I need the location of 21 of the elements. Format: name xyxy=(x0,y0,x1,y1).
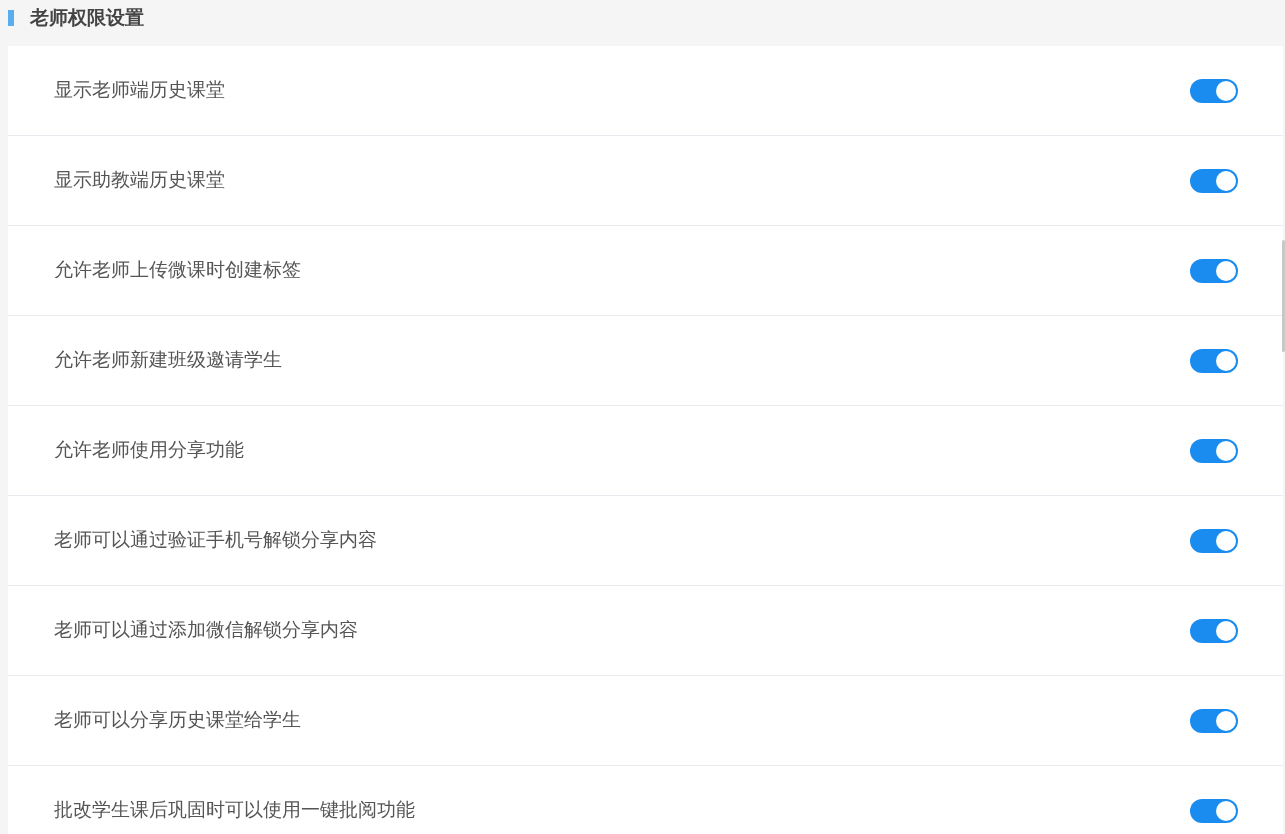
setting-label: 允许老师使用分享功能 xyxy=(54,438,244,463)
setting-label: 老师可以通过添加微信解锁分享内容 xyxy=(54,618,358,643)
section-title: 老师权限设置 xyxy=(30,5,144,30)
toggle-switch[interactable] xyxy=(1190,348,1238,373)
setting-label: 老师可以分享历史课堂给学生 xyxy=(54,708,301,733)
setting-label: 老师可以通过验证手机号解锁分享内容 xyxy=(54,528,377,553)
toggle-switch[interactable] xyxy=(1190,78,1238,103)
setting-label: 显示助教端历史课堂 xyxy=(54,168,225,193)
toggle-switch[interactable] xyxy=(1190,618,1238,643)
setting-label: 允许老师上传微课时创建标签 xyxy=(54,258,301,283)
toggle-switch[interactable] xyxy=(1190,258,1238,283)
toggle-switch[interactable] xyxy=(1190,528,1238,553)
toggle-switch[interactable] xyxy=(1190,798,1238,823)
setting-label: 批改学生课后巩固时可以使用一键批阅功能 xyxy=(54,798,415,823)
toggle-switch[interactable] xyxy=(1190,708,1238,733)
toggle-switch[interactable] xyxy=(1190,168,1238,193)
toggle-switch[interactable] xyxy=(1190,438,1238,463)
scrollbar-thumb[interactable] xyxy=(1282,240,1285,352)
setting-label: 允许老师新建班级邀请学生 xyxy=(54,348,282,373)
setting-label: 显示老师端历史课堂 xyxy=(54,78,225,103)
section-marker xyxy=(8,10,14,26)
